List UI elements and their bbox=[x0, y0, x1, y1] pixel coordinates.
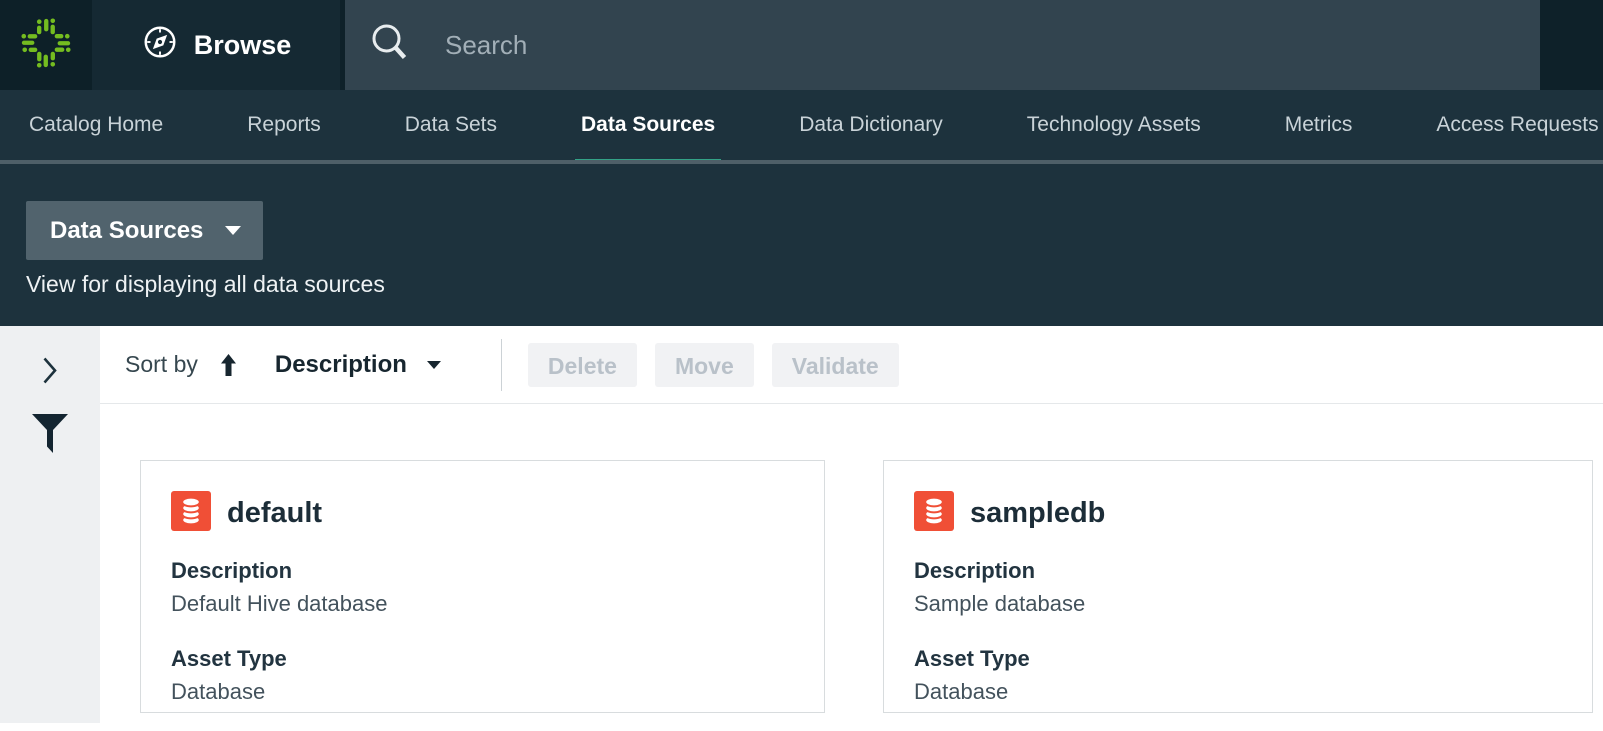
move-button[interactable]: Move bbox=[655, 343, 754, 387]
data-source-title-link[interactable]: sampledb bbox=[970, 497, 1105, 530]
filter-funnel-icon bbox=[30, 444, 70, 459]
asset-type-value: Database bbox=[171, 679, 824, 705]
description-value: Sample database bbox=[914, 591, 1592, 617]
card-header: sampledb bbox=[914, 491, 1592, 536]
filter-button[interactable] bbox=[30, 412, 70, 456]
browse-label: Browse bbox=[194, 30, 292, 61]
view-header: Data Sources View for displaying all dat… bbox=[0, 164, 1603, 326]
app-logo[interactable] bbox=[0, 0, 92, 90]
tab-catalog-home[interactable]: Catalog Home bbox=[29, 90, 163, 160]
view-selector-label: Data Sources bbox=[50, 217, 203, 245]
view-description: View for displaying all data sources bbox=[26, 271, 1603, 298]
search-input[interactable] bbox=[445, 15, 1540, 75]
content-area: Sort by Description Delete Move Validate bbox=[0, 326, 1603, 731]
caret-down-icon bbox=[427, 361, 441, 369]
view-selector-button[interactable]: Data Sources bbox=[26, 201, 263, 260]
card-header: default bbox=[171, 491, 824, 536]
tab-reports[interactable]: Reports bbox=[247, 90, 321, 160]
asset-type-label: Asset Type bbox=[914, 646, 1592, 672]
filter-rail bbox=[0, 326, 100, 723]
sort-field-value: Description bbox=[275, 351, 407, 379]
tab-access-requests[interactable]: Access Requests bbox=[1436, 90, 1598, 160]
search-icon bbox=[368, 21, 412, 70]
data-source-title-link[interactable]: default bbox=[227, 497, 322, 530]
global-search[interactable] bbox=[345, 0, 1540, 90]
caret-down-icon bbox=[225, 226, 241, 235]
asset-type-label: Asset Type bbox=[171, 646, 824, 672]
description-label: Description bbox=[914, 558, 1592, 584]
data-source-card-sampledb[interactable]: sampledb Description Sample database Ass… bbox=[883, 460, 1593, 713]
list-toolbar: Sort by Description Delete Move Validate bbox=[0, 326, 1603, 404]
browse-page: Browse Catalog Home Reports Data Sets Da… bbox=[0, 0, 1603, 731]
data-source-list: default Description Default Hive databas… bbox=[140, 460, 1593, 713]
tab-metrics[interactable]: Metrics bbox=[1285, 90, 1353, 160]
arrow-up-icon bbox=[220, 365, 237, 380]
tab-data-sources[interactable]: Data Sources bbox=[581, 90, 715, 160]
validate-button[interactable]: Validate bbox=[772, 343, 899, 387]
catalog-nav: Catalog Home Reports Data Sets Data Sour… bbox=[0, 90, 1603, 164]
compass-icon bbox=[141, 23, 179, 68]
toolbar-divider bbox=[501, 339, 502, 391]
chevron-right-icon bbox=[42, 373, 59, 388]
tab-data-sets[interactable]: Data Sets bbox=[405, 90, 497, 160]
description-label: Description bbox=[171, 558, 824, 584]
sort-by-label: Sort by bbox=[125, 351, 198, 378]
browse-menu-button[interactable]: Browse bbox=[92, 0, 340, 90]
description-value: Default Hive database bbox=[171, 591, 824, 617]
tab-data-dictionary[interactable]: Data Dictionary bbox=[799, 90, 943, 160]
delete-button[interactable]: Delete bbox=[528, 343, 637, 387]
data-source-card-default[interactable]: default Description Default Hive databas… bbox=[140, 460, 825, 713]
asset-type-value: Database bbox=[914, 679, 1592, 705]
database-icon bbox=[914, 491, 954, 536]
top-bar: Browse bbox=[0, 0, 1603, 90]
sort-direction-button[interactable] bbox=[220, 353, 237, 377]
database-icon bbox=[171, 491, 211, 536]
tab-technology-assets[interactable]: Technology Assets bbox=[1027, 90, 1201, 160]
sort-field-dropdown[interactable]: Description bbox=[275, 351, 441, 379]
alation-logo-icon bbox=[17, 14, 75, 77]
expand-panel-button[interactable] bbox=[42, 356, 59, 385]
